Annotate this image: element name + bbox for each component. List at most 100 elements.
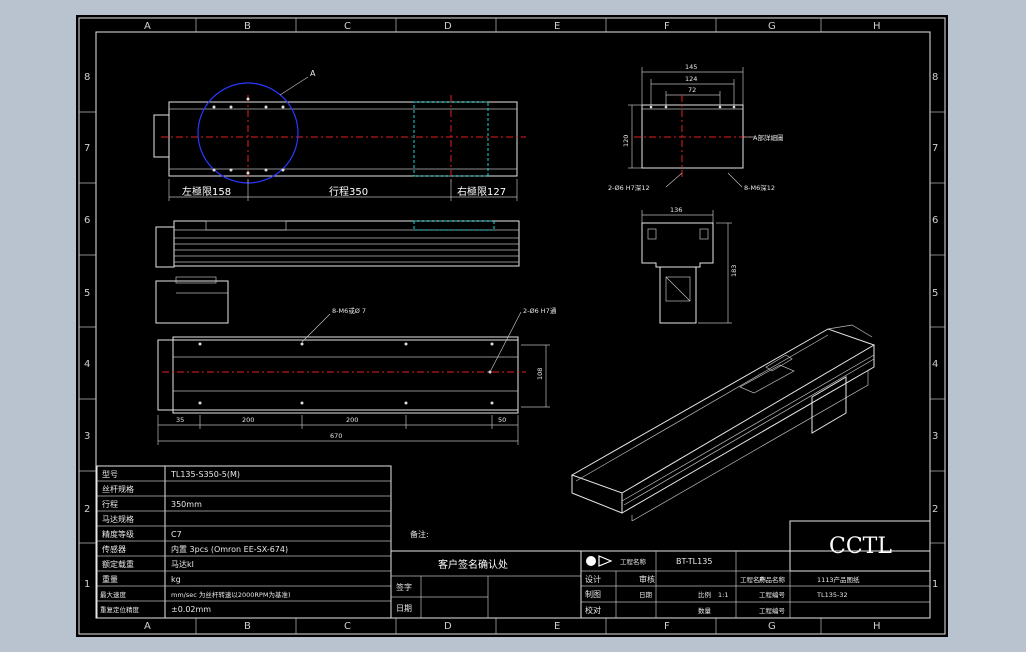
tb-scale-label: 比例 [698, 590, 711, 599]
spec-label-sensor: 传感器 [102, 544, 126, 554]
tb-date: 日期 [639, 591, 653, 599]
title-company-field: 工程名称 [620, 557, 647, 566]
zone-col-c-bottom: C [344, 621, 351, 632]
spec-label-weight: 重量 [102, 574, 118, 584]
spec-value-speed: mm/sec 为丝杆转速以2000RPM为基准) [171, 590, 291, 599]
tb-check: 校对 [585, 605, 601, 615]
isometric-view [570, 324, 876, 522]
spec-value-repeat: ±0.02mm [171, 605, 211, 614]
dim-136: 136 [670, 206, 682, 214]
zone-col-h-top: H [873, 21, 881, 32]
zone-ticks [79, 18, 945, 634]
outer-border [78, 17, 946, 635]
zone-row-7-left: 7 [84, 143, 90, 154]
sign-label: 签字 [396, 582, 412, 592]
spec-label-repeat: 重复定位精度 [100, 605, 140, 614]
customer-confirm-title: 客户签名确认处 [438, 558, 508, 571]
hole-note-h7: 2-Ø6 H7通 [523, 306, 557, 315]
section-view: 136 183 [641, 206, 738, 324]
dim-50: 50 [498, 416, 506, 424]
end-view: 145 124 72 120 A部詳細圖 2-Ø6 H7深12 8-M6深12 [608, 63, 783, 192]
zone-row-6-left: 6 [84, 215, 90, 226]
brand-logo: CCTL [829, 534, 892, 559]
bottom-view: 8-M6或Ø 7 2-Ø6 H7通 108 35 200 200 50 670 [157, 306, 557, 445]
zone-col-e-bottom: E [554, 621, 560, 632]
zone-row-4-right: 4 [932, 359, 938, 370]
zone-col-a-top: A [144, 21, 151, 32]
spec-label-stroke: 行程 [102, 499, 118, 509]
spec-value-model: TL135-S350-5(M) [170, 470, 240, 479]
zone-col-e-top: E [554, 21, 560, 32]
zone-col-f-bottom: F [664, 621, 670, 632]
tb-product-name: 产品名称 [759, 575, 786, 584]
notes-label: 备注: [410, 529, 429, 539]
zone-col-g-top: G [768, 21, 776, 32]
zone-row-3-right: 3 [932, 431, 938, 442]
zone-row-4-left: 4 [84, 359, 90, 370]
spec-label-motor: 马达规格 [102, 514, 134, 524]
dim-120: 120 [622, 135, 630, 147]
zone-col-c-top: C [344, 21, 351, 32]
zone-row-2-right: 2 [932, 504, 938, 515]
tb-project-no-2: 工程编号 [759, 606, 786, 615]
end-hole-note-m6: 8-M6深12 [744, 183, 775, 192]
zone-col-g-bottom: G [768, 621, 776, 632]
zone-col-b-top: B [244, 21, 251, 32]
dim-200-b: 200 [346, 416, 358, 424]
detail-a-title: A部詳細圖 [753, 133, 783, 142]
tb-design: 设计 [585, 574, 601, 584]
dim-72: 72 [688, 86, 696, 94]
spec-value-stroke: 350mm [171, 500, 202, 509]
zone-row-5-left: 5 [84, 288, 90, 299]
zone-row-3-left: 3 [84, 431, 90, 442]
dim-108: 108 [536, 368, 544, 380]
zone-col-d-bottom: D [444, 621, 452, 632]
spec-label-speed: 最大速度 [100, 590, 127, 599]
tb-project-no: 工程编号 [759, 590, 786, 599]
date-label: 日期 [396, 604, 412, 613]
zone-row-6-right: 6 [932, 215, 938, 226]
detail-a-label: A [310, 69, 316, 78]
dim-200-a: 200 [242, 416, 254, 424]
spec-value-load: 马达kl [171, 559, 194, 569]
dim-183: 183 [730, 265, 738, 277]
right-limit-label: 右極限127 [457, 185, 506, 198]
spec-label-load: 额定载重 [102, 559, 134, 569]
zone-row-1-left: 1 [84, 579, 90, 590]
dim-145: 145 [685, 63, 697, 71]
tb-quantity: 数量 [698, 606, 712, 615]
spec-label-model: 型号 [102, 470, 118, 479]
dim-670: 670 [330, 432, 342, 440]
drawing-sheet: A B C D E F G H A B C D E F G H 8 7 6 5 … [76, 15, 948, 637]
zone-row-8-left: 8 [84, 72, 90, 83]
zone-col-a-bottom: A [144, 621, 151, 632]
spec-label-accuracy: 精度等级 [102, 529, 134, 539]
zone-row-5-right: 5 [932, 288, 938, 299]
tb-review: 审核 [639, 574, 655, 584]
hole-note-m6: 8-M6或Ø 7 [332, 306, 366, 315]
spec-value-sensor: 内置 3pcs (Omron EE-SX-674) [171, 544, 288, 554]
zone-col-f-top: F [664, 21, 670, 32]
tb-scale-value: 1:1 [718, 591, 728, 599]
cad-canvas: A B C D E F G H A B C D E F G H 8 7 6 5 … [78, 17, 946, 635]
stroke-label: 行程350 [329, 185, 368, 198]
dim-35: 35 [176, 416, 184, 424]
left-limit-label: 左極限158 [182, 185, 231, 198]
top-view: A 左極限158 行程350 右極限127 [153, 69, 526, 201]
company-logo-icon [586, 556, 596, 566]
zone-row-7-right: 7 [932, 143, 938, 154]
inner-border [95, 31, 931, 619]
drawing-name: BT-TL135 [676, 557, 712, 566]
tb-drawing-no: TL135-32 [816, 591, 848, 599]
tb-drafting: 制图 [585, 589, 601, 599]
zone-row-1-right: 1 [932, 579, 938, 590]
zone-col-d-top: D [444, 21, 452, 32]
zone-col-h-bottom: H [873, 621, 881, 632]
zone-row-2-left: 2 [84, 504, 90, 515]
end-hole-note-h7: 2-Ø6 H7深12 [608, 183, 650, 192]
spec-value-weight: kg [171, 575, 181, 584]
tb-product-drawing: 1113产品图纸 [817, 575, 860, 584]
dim-124: 124 [685, 75, 697, 83]
spec-value-accuracy: C7 [171, 530, 182, 539]
zone-col-b-bottom: B [244, 621, 251, 632]
